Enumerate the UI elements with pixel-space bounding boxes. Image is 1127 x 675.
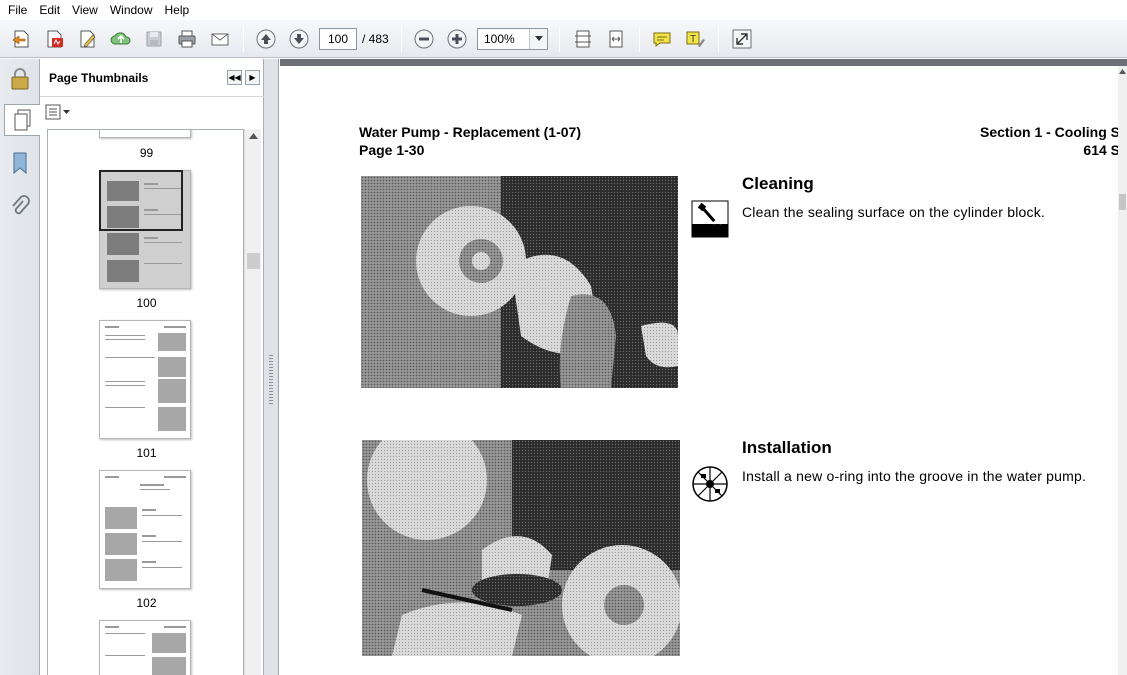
- bookmarks-icon[interactable]: [4, 147, 36, 179]
- page-header-right: Section 1 - Cooling S 614 S: [860, 123, 1120, 159]
- scrollbar-thumb[interactable]: [247, 253, 260, 269]
- next-page-icon[interactable]: [285, 25, 313, 53]
- create-pdf-icon[interactable]: [41, 25, 69, 53]
- thumbnail-page-103[interactable]: [99, 620, 191, 675]
- thumbnail-page-102[interactable]: [99, 470, 191, 589]
- document-viewport[interactable]: Water Pump - Replacement (1-07) Page 1-3…: [280, 59, 1127, 675]
- thumbnail-label-102: 102: [136, 596, 157, 610]
- edit-document-icon[interactable]: [74, 25, 102, 53]
- section-title: Section 1 - Cooling S: [979, 124, 1120, 140]
- svg-text:T: T: [690, 34, 696, 45]
- step-heading-installation: Installation: [742, 438, 832, 457]
- toolbar: / 483 100% T: [0, 20, 1127, 58]
- thumbnail-label-100: 100: [136, 296, 157, 310]
- model-reference: 614 S: [1083, 142, 1120, 158]
- thumbnail-page-99[interactable]: [99, 130, 191, 138]
- thumbnails-panel: Page Thumbnails ◀◀ ▶ 99 100 101 102: [40, 59, 264, 675]
- panel-title-text: Page Thumbnails: [49, 70, 149, 85]
- cleaning-tool-icon: [691, 200, 729, 241]
- navigation-pane: [0, 59, 41, 675]
- thumbnail-page-101[interactable]: [99, 320, 191, 439]
- step-text-cleaning: Clean the sealing surface on the cylinde…: [742, 204, 1045, 220]
- print-icon[interactable]: [173, 25, 201, 53]
- page-total: / 483: [362, 32, 389, 46]
- doc-scroll-up-icon[interactable]: [1119, 69, 1126, 74]
- email-icon[interactable]: [206, 25, 234, 53]
- menu-help[interactable]: Help: [159, 0, 196, 20]
- page-header-left: Water Pump - Replacement (1-07) Page 1-3…: [359, 123, 581, 159]
- page-thumbnails-icon[interactable]: [4, 104, 41, 136]
- chevron-down-icon[interactable]: [529, 29, 547, 49]
- attachments-icon[interactable]: [4, 191, 36, 223]
- cloud-upload-icon[interactable]: [107, 25, 135, 53]
- thumbnail-label-99: 99: [139, 146, 154, 160]
- thumbnail-list[interactable]: 99 100 101 102: [47, 129, 244, 675]
- zoom-in-icon[interactable]: [443, 25, 471, 53]
- open-file-icon[interactable]: [8, 25, 36, 53]
- menu-bar: File Edit View Window Help: [0, 0, 1127, 20]
- installation-photo: [362, 440, 680, 656]
- doc-scrollbar-thumb[interactable]: [1119, 194, 1126, 210]
- menu-edit[interactable]: Edit: [33, 0, 66, 20]
- document-page: Water Pump - Replacement (1-07) Page 1-3…: [280, 66, 1120, 675]
- lock-icon[interactable]: [4, 63, 36, 95]
- panel-title: Page Thumbnails ◀◀ ▶: [40, 59, 264, 97]
- page-reference: Page 1-30: [359, 142, 425, 158]
- zoom-out-icon[interactable]: [410, 25, 438, 53]
- zoom-value: 100%: [484, 32, 515, 46]
- thumbnail-options-button[interactable]: [45, 103, 71, 121]
- panel-controls: ◀◀ ▶: [227, 70, 260, 85]
- splitter-grip[interactable]: [269, 355, 273, 405]
- oring-install-icon: [691, 465, 729, 506]
- visible-area-indicator[interactable]: [99, 170, 183, 231]
- comment-icon[interactable]: [648, 25, 676, 53]
- document-title: Water Pump - Replacement (1-07): [359, 124, 581, 140]
- document-scrollbar[interactable]: [1118, 66, 1127, 675]
- expand-panel-icon[interactable]: ▶: [245, 70, 260, 85]
- thumbnail-scrollbar[interactable]: [244, 129, 261, 675]
- menu-window[interactable]: Window: [104, 0, 159, 20]
- fit-page-icon[interactable]: [569, 25, 597, 53]
- save-icon[interactable]: [140, 25, 168, 53]
- step-heading-cleaning: Cleaning: [742, 174, 814, 193]
- previous-page-icon[interactable]: [252, 25, 280, 53]
- cleaning-photo: [361, 176, 678, 388]
- zoom-select[interactable]: 100%: [477, 28, 548, 50]
- highlight-text-icon[interactable]: T: [681, 25, 709, 53]
- fit-width-icon[interactable]: [602, 25, 630, 53]
- page-number-input[interactable]: [319, 28, 357, 50]
- expand-icon[interactable]: [728, 25, 756, 53]
- scroll-up-icon[interactable]: [249, 133, 258, 139]
- menu-view[interactable]: View: [66, 0, 104, 20]
- step-text-installation: Install a new o-ring into the groove in …: [742, 468, 1087, 484]
- collapse-panel-icon[interactable]: ◀◀: [227, 70, 242, 85]
- menu-file[interactable]: File: [2, 0, 33, 20]
- thumbnail-label-101: 101: [136, 446, 157, 460]
- panel-splitter[interactable]: [264, 59, 279, 675]
